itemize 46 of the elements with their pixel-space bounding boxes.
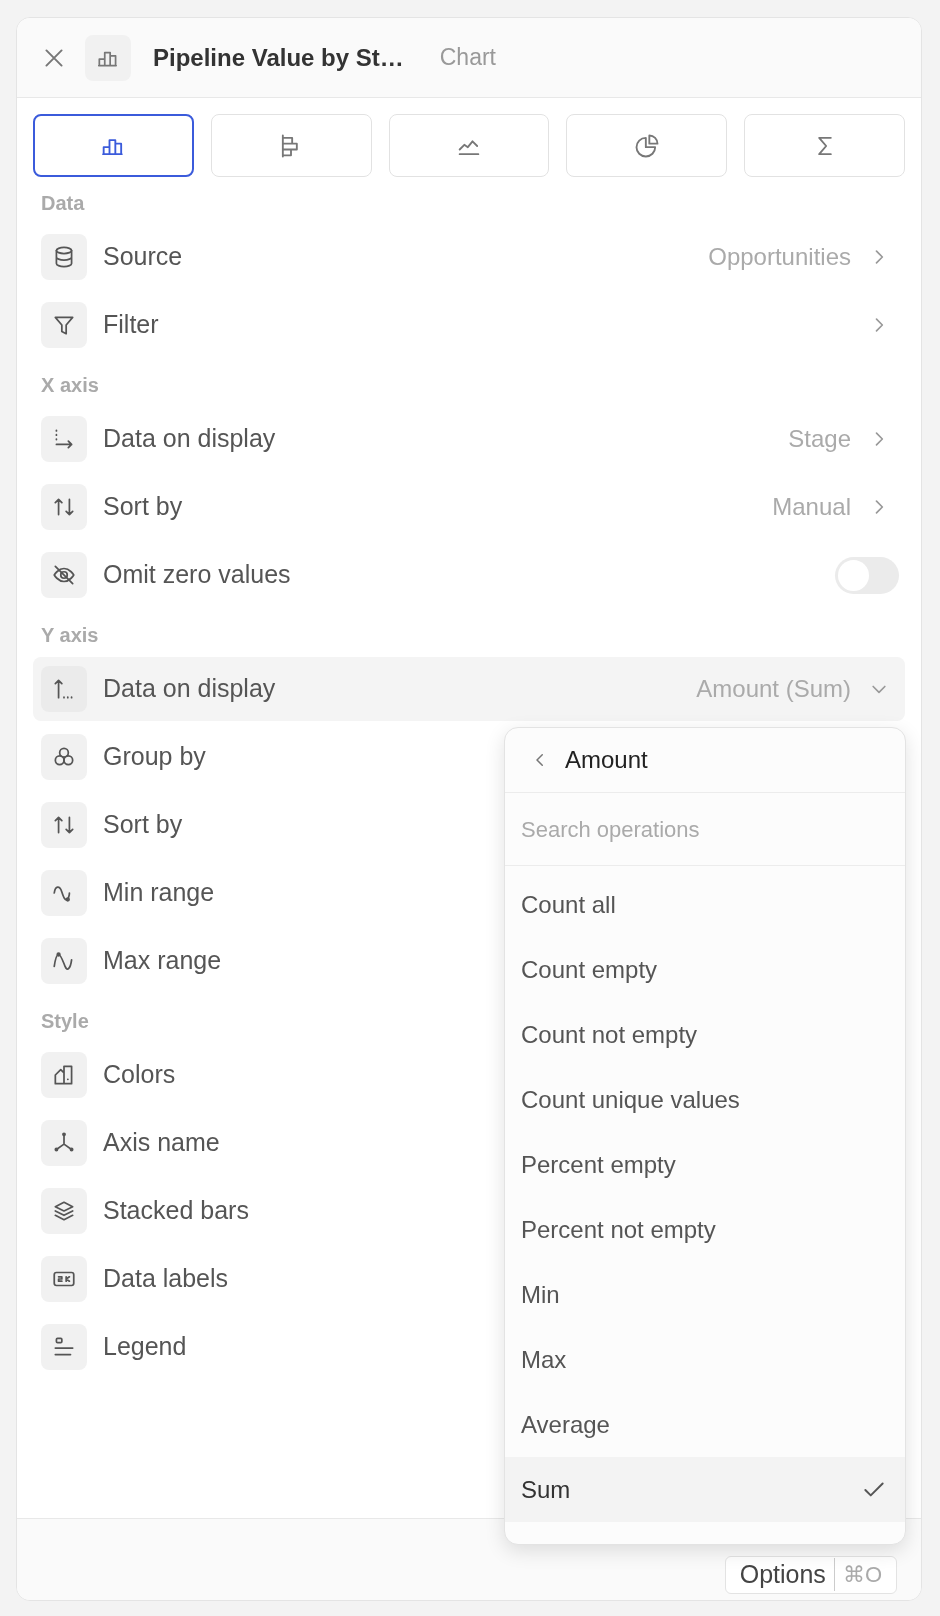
options-button[interactable]: Options ⌘O [724,1555,897,1594]
setting-row[interactable]: Data on display Amount (Sum) [33,657,905,721]
setting-label: Sort by [103,809,183,841]
chart-type-tab[interactable] [33,114,194,177]
section-heading: X axis [41,373,99,398]
menu-item[interactable]: Percent empty [505,1132,905,1197]
setting-value: Opportunities [708,242,851,272]
setting-value: Manual [772,492,851,522]
menu-title: Amount [565,745,648,775]
setting-row[interactable]: Data on display Stage [33,405,905,473]
setting-label: Stacked bars [103,1195,249,1227]
setting-label: Filter [103,309,159,341]
setting-row[interactable]: Source Opportunities [33,223,905,291]
setting-label: Source [103,241,183,273]
setting-label: Axis name [103,1127,220,1159]
setting-label: Omit zero values [103,559,291,591]
setting-label: Min range [103,877,215,909]
menu-item[interactable]: Count not empty [505,1002,905,1067]
setting-label: Legend [103,1331,187,1363]
menu-item[interactable]: Max [505,1327,905,1392]
menu-item[interactable]: Count unique values [505,1067,905,1132]
menu-item[interactable]: Count all [505,872,905,937]
setting-label: Colors [103,1059,176,1091]
setting-label: Data on display [103,423,276,455]
search-field[interactable]: Search operations [505,811,905,847]
menu-item[interactable]: Min [505,1262,905,1327]
setting-row[interactable]: Filter [33,291,905,359]
setting-value: Amount (Sum) [696,674,851,704]
menu-item[interactable]: Count empty [505,937,905,1002]
setting-row[interactable]: Sort by Manual [33,473,905,541]
setting-row[interactable]: Omit zero values [33,541,905,609]
menu-item[interactable]: Average [505,1392,905,1457]
setting-value: Stage [788,424,851,454]
section-heading: Y axis [41,623,99,648]
eye-off-icon [51,562,77,588]
setting-label: Max range [103,945,222,977]
setting-label: Group by [103,741,206,773]
section-heading: Style [41,1009,89,1034]
menu-item[interactable]: Sum [505,1457,905,1522]
panel-title: Pipeline Value by St… [153,42,404,73]
panel-subtitle: Chart [439,43,496,73]
setting-label: Data labels [103,1263,229,1295]
section-heading: Data [41,191,85,216]
menu-item[interactable]: Percent not empty [505,1197,905,1262]
setting-label: Sort by [103,491,183,523]
setting-label: Data on display [103,673,276,705]
